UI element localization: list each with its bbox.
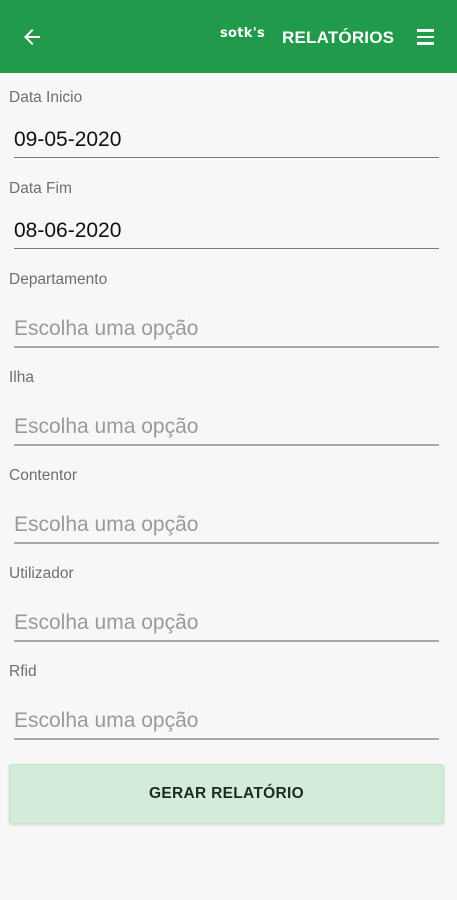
arrow-back-icon: [24, 29, 40, 45]
app-logo: sotk's: [220, 26, 266, 41]
utilizador-label: Utilizador: [9, 565, 74, 582]
back-button[interactable]: [16, 22, 48, 52]
data-fim-label: Data Fim: [9, 180, 72, 197]
rfid-label: Rfid: [9, 663, 37, 680]
contentor-label: Contentor: [9, 467, 78, 484]
menu-button[interactable]: [414, 26, 438, 48]
app-bar: sotk's RELATÓRIOS: [0, 0, 457, 73]
utilizador-underline: [14, 640, 439, 642]
data-fim-underline: [14, 248, 439, 249]
departamento-select[interactable]: Escolha uma opção: [14, 317, 439, 341]
ilha-select[interactable]: Escolha uma opção: [14, 415, 439, 439]
rfid-underline: [14, 738, 439, 740]
hamburger-menu-icon: [417, 29, 434, 32]
page-title: RELATÓRIOS: [282, 28, 395, 47]
data-fim-input[interactable]: 08-06-2020: [14, 219, 439, 243]
departamento-label: Departamento: [9, 271, 108, 288]
contentor-select[interactable]: Escolha uma opção: [14, 513, 439, 537]
ilha-label: Ilha: [9, 369, 34, 386]
hamburger-menu-icon-line: [417, 42, 434, 45]
data-inicio-input[interactable]: 09-05-2020: [14, 128, 439, 152]
ilha-underline: [14, 444, 439, 446]
hamburger-menu-icon-line: [417, 35, 434, 39]
data-inicio-label: Data Inicio: [9, 89, 83, 106]
departamento-underline: [14, 346, 439, 348]
contentor-underline: [14, 542, 439, 544]
data-inicio-underline: [14, 157, 439, 158]
rfid-select[interactable]: Escolha uma opção: [14, 709, 439, 733]
generate-report-button[interactable]: GERAR RELATÓRIO: [9, 764, 444, 824]
utilizador-select[interactable]: Escolha uma opção: [14, 611, 439, 635]
